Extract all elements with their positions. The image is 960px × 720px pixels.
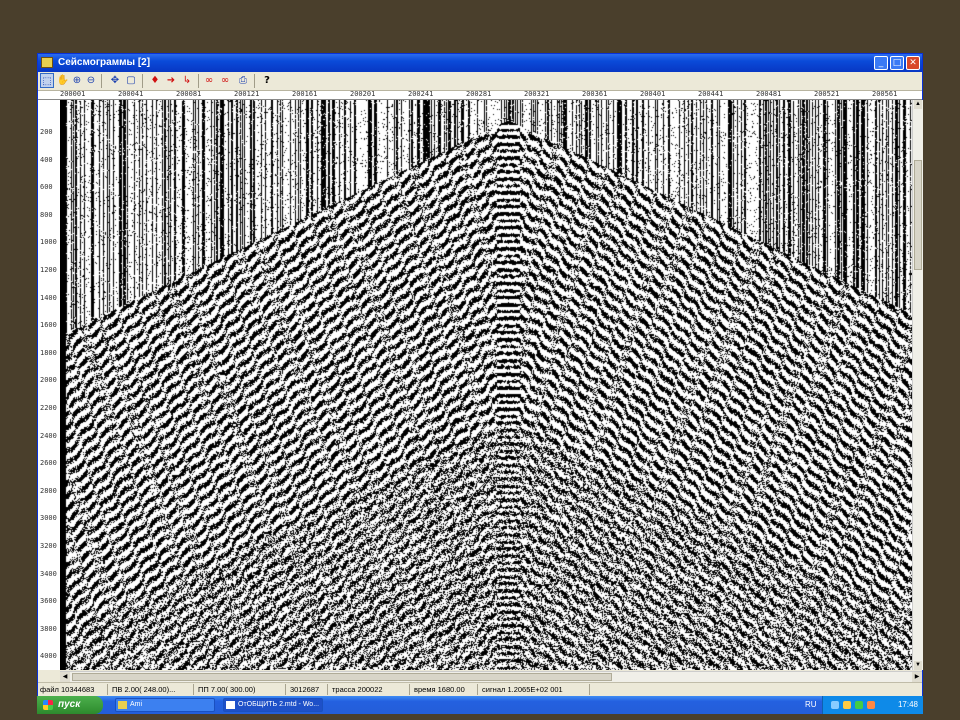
- time-axis: 200 400 600 800 1000 1200 1400 1600 1800 2000 2200…: [38, 100, 60, 670]
- maximize-button[interactable]: □: [890, 56, 904, 70]
- print-icon[interactable]: ⎙: [236, 73, 250, 88]
- seismogram-window: Сейсмограммы [2] _ □ ✕ ⬚ ✋ ⊕ ⊖ ✥ ▢ ♦ ➜ ↳…: [37, 53, 923, 696]
- start-label: пуск: [58, 699, 81, 710]
- status-trace: трасса 200022: [330, 684, 410, 695]
- status-file: файл 10344683: [38, 684, 108, 695]
- time-axis-label: 600: [40, 183, 53, 192]
- minimize-button[interactable]: _: [874, 56, 888, 70]
- taskbar-item-ami[interactable]: Ami: [115, 698, 215, 712]
- taskbar-item-word[interactable]: ОтОБЩИТЬ 2.mtd - Wo...: [223, 698, 323, 712]
- ruler-tick-label: 200561: [872, 91, 898, 98]
- toolbar-separator: [254, 74, 255, 88]
- close-button[interactable]: ✕: [906, 56, 920, 70]
- ruler-tick-label: 200481: [756, 91, 782, 98]
- ruler-tick-label: 200081: [176, 91, 202, 98]
- glasses-icon[interactable]: ∞: [202, 73, 216, 88]
- window-title: Сейсмограммы [2]: [58, 57, 151, 68]
- time-axis-label: 3000: [40, 514, 57, 523]
- time-axis-label: 1200: [40, 266, 57, 274]
- toolbar-separator: [142, 74, 143, 88]
- glasses-alt-icon[interactable]: ∞: [218, 73, 232, 88]
- vertical-scroll-thumb[interactable]: [914, 160, 922, 270]
- time-axis-label: 4000: [40, 652, 57, 661]
- horizontal-scrollbar[interactable]: ◀ ▶: [60, 671, 922, 682]
- document-icon: [226, 701, 235, 709]
- trace-ruler: 200001 200041 200081 200121 200161 200201 2002…: [38, 91, 922, 100]
- zoom-in-icon[interactable]: ⊕: [70, 73, 84, 88]
- network-icon[interactable]: [831, 701, 839, 709]
- time-axis-label: 2000: [40, 376, 57, 385]
- volume-icon[interactable]: [843, 701, 851, 709]
- ruler-tick-label: 200361: [582, 91, 608, 98]
- ruler-tick-label: 200521: [814, 91, 840, 98]
- time-axis-label: 1000: [40, 238, 57, 247]
- windows-flag-icon: [43, 700, 53, 710]
- time-axis-label: 3200: [40, 542, 57, 550]
- status-position: ПП 7.00( 300.00): [196, 684, 286, 695]
- toolbar-separator: [101, 74, 102, 88]
- app-icon: [41, 57, 53, 68]
- arrow-right-icon[interactable]: ➜: [164, 73, 178, 88]
- scroll-down-arrow-icon[interactable]: ▼: [914, 661, 922, 670]
- ruler-tick-label: 200041: [118, 91, 144, 98]
- time-axis-label: 2200: [40, 404, 57, 412]
- ruler-tick-label: 200401: [640, 91, 666, 98]
- seismogram-canvas[interactable]: [60, 100, 912, 670]
- ruler-tick-label: 200281: [466, 91, 492, 98]
- time-axis-label: 400: [40, 155, 53, 164]
- status-value: 3012687: [288, 684, 328, 695]
- scroll-left-arrow-icon[interactable]: ◀: [60, 672, 70, 682]
- time-axis-label: 3600: [40, 597, 57, 606]
- system-tray: RU 17:48: [805, 696, 923, 714]
- ruler-tick-label: 200321: [524, 91, 550, 98]
- horizontal-scroll-thumb[interactable]: [72, 673, 612, 681]
- pick-marker-icon[interactable]: ♦: [148, 73, 162, 88]
- frame-icon[interactable]: ▢: [124, 73, 138, 88]
- update-icon[interactable]: [867, 701, 875, 709]
- ruler-tick-label: 200121: [234, 91, 260, 98]
- taskbar: пуск Ami ОтОБЩИТЬ 2.mtd - Wo... RU 17:48: [37, 696, 923, 714]
- seismogram-plot[interactable]: [60, 100, 912, 670]
- vertical-scrollbar[interactable]: ▲ ▼: [912, 100, 923, 670]
- ruler-tick-label: 200001: [60, 91, 86, 98]
- ruler-tick-label: 200161: [292, 91, 318, 98]
- time-axis-label: 1600: [40, 321, 57, 330]
- toolbar: ⬚ ✋ ⊕ ⊖ ✥ ▢ ♦ ➜ ↳ ∞ ∞ ⎙ ?: [38, 72, 922, 91]
- ruler-tick-label: 200441: [698, 91, 724, 98]
- ruler-tick-label: 200201: [350, 91, 376, 98]
- select-tool-icon[interactable]: ⬚: [40, 73, 54, 88]
- status-range: ПВ 2.00( 248.00)...: [110, 684, 194, 695]
- time-axis-label: 1800: [40, 348, 57, 357]
- toolbar-separator: [198, 74, 199, 88]
- help-icon[interactable]: ?: [260, 73, 274, 88]
- time-axis-label: 200: [40, 128, 53, 136]
- hand-tool-icon[interactable]: ✋: [56, 73, 70, 88]
- title-bar[interactable]: Сейсмограммы [2] _ □ ✕: [38, 54, 922, 72]
- clock: 17:48: [897, 700, 918, 709]
- time-axis-label: 2800: [40, 486, 57, 495]
- language-indicator[interactable]: RU: [805, 696, 817, 714]
- scroll-right-arrow-icon[interactable]: ▶: [912, 672, 922, 682]
- status-time: время 1680.00: [412, 684, 478, 695]
- time-axis-label: 1400: [40, 293, 57, 302]
- crosshair-icon[interactable]: ✥: [108, 73, 122, 88]
- task-label: ОтОБЩИТЬ 2.mtd - Wo...: [238, 701, 320, 708]
- start-button[interactable]: пуск: [37, 696, 103, 714]
- arrow-down-icon[interactable]: ↳: [180, 73, 194, 88]
- time-axis-label: 800: [40, 210, 53, 219]
- time-axis-label: 2400: [40, 431, 57, 440]
- time-axis-label: 3800: [40, 624, 57, 633]
- app-icon: [118, 701, 127, 709]
- status-signal: сигнал 1.2065E+02 001: [480, 684, 590, 695]
- zoom-out-icon[interactable]: ⊖: [84, 73, 98, 88]
- status-bar: файл 10344683 ПВ 2.00( 248.00)... ПП 7.0…: [38, 682, 922, 696]
- ruler-tick-label: 200241: [408, 91, 434, 98]
- scroll-up-arrow-icon[interactable]: ▲: [914, 100, 922, 109]
- task-label: Ami: [130, 701, 143, 708]
- antivirus-icon[interactable]: [855, 701, 863, 709]
- time-axis-label: 3400: [40, 569, 57, 578]
- time-axis-label: 2600: [40, 459, 57, 468]
